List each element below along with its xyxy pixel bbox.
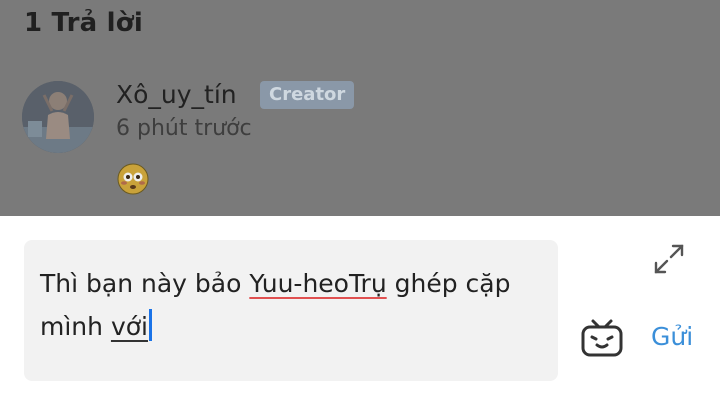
bilibili-tv-icon[interactable] xyxy=(580,318,624,358)
reply-count-title: 1 Trả lời xyxy=(24,8,143,38)
reply-input-text[interactable]: Thì bạn này bảo Yuu-heoTrụ ghép cặp mình… xyxy=(40,262,550,348)
input-text-before: Thì bạn này bảo xyxy=(40,269,250,298)
send-button[interactable]: Gửi xyxy=(651,322,693,351)
reply-input[interactable]: Thì bạn này bảo Yuu-heoTrụ ghép cặp mình… xyxy=(24,240,558,381)
comment-thread-backdrop: 1 Trả lời Xô_uy_tín Creator 6 phút trước xyxy=(0,0,720,216)
expand-icon[interactable] xyxy=(652,242,686,276)
reply-composer: Thì bạn này bảo Yuu-heoTrụ ghép cặp mình… xyxy=(0,216,720,405)
comment-username[interactable]: Xô_uy_tín xyxy=(116,80,237,109)
comment-timestamp: 6 phút trước xyxy=(116,116,252,141)
flushed-face-icon xyxy=(117,163,149,195)
creator-badge: Creator xyxy=(260,81,355,109)
spellcheck-word[interactable]: Yuu-heoTrụ xyxy=(249,269,386,298)
avatar[interactable] xyxy=(22,81,94,153)
composing-word: với xyxy=(110,312,148,341)
text-caret xyxy=(148,309,152,341)
